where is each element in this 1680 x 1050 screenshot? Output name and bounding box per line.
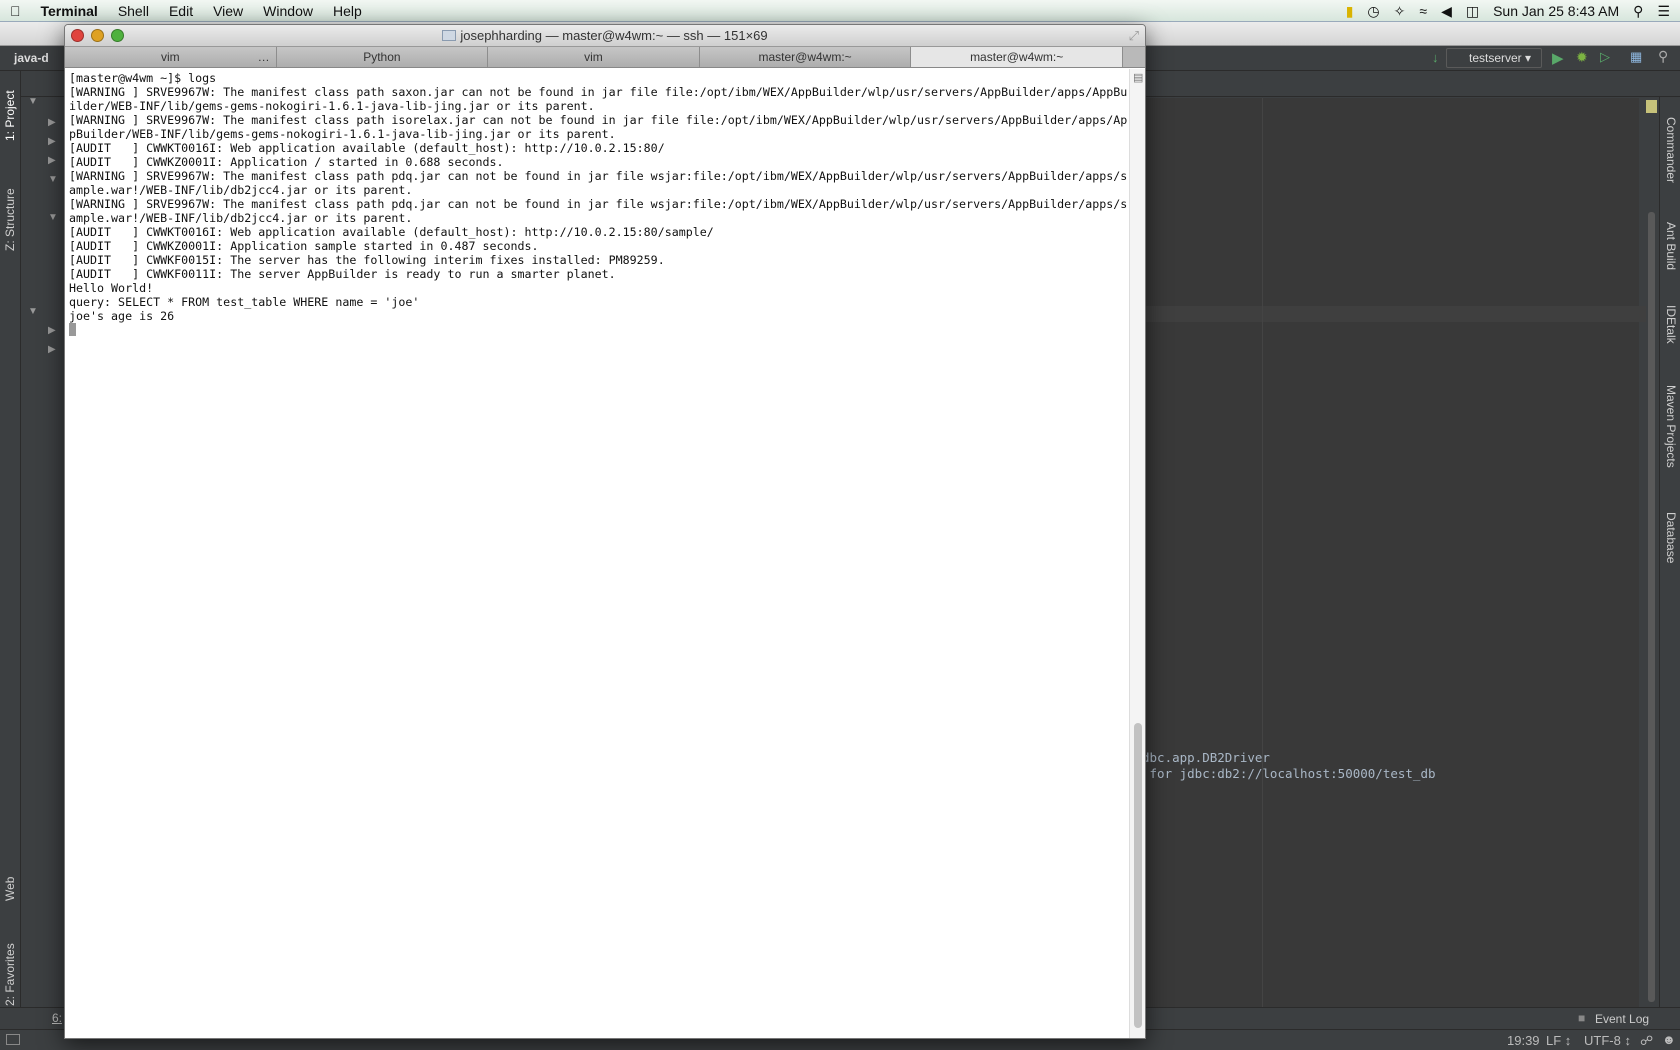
spotlight-search-icon[interactable]: ⚲ [1633, 3, 1643, 20]
search-everywhere-icon[interactable]: ⚲ [1658, 48, 1668, 65]
clock[interactable]: Sun Jan 25 8:43 AM [1493, 3, 1619, 19]
right-tool-strip: Commander Ant Build IDEtalk Maven Projec… [1659, 97, 1680, 1007]
apple-icon[interactable]:  [0, 3, 31, 19]
tab-vim-2[interactable]: vim [488, 47, 700, 67]
tool-database[interactable]: Database [1664, 512, 1678, 563]
tab-master-ssh-active[interactable]: master@w4wm:~ [911, 47, 1123, 67]
tool-project[interactable]: 1: Project [3, 90, 17, 141]
project-label[interactable]: java-d [14, 51, 49, 65]
project-structure-icon[interactable]: ▦ [1630, 49, 1642, 65]
tree-expand-icon[interactable]: ▼ [48, 174, 58, 185]
terminal-window: josephharding — master@w4wm:~ — ssh — 15… [64, 24, 1146, 1039]
terminal-line: [AUDIT ] CWWKT0016I: Web application ava… [69, 141, 665, 155]
right-margin-guide [1262, 98, 1263, 1008]
terminal-line: joe's age is 26 [69, 309, 175, 323]
terminal-line: pBuilder/WEB-INF/lib/gems-gems-nokogiri-… [69, 127, 616, 141]
wifi-icon[interactable]: ≈ [1419, 3, 1427, 19]
terminal-title-bar[interactable]: josephharding — master@w4wm:~ — ssh — 15… [65, 25, 1145, 47]
inspector-icon[interactable]: ☻ [1662, 1032, 1676, 1047]
terminal-line: ample.war!/WEB-INF/lib/db2jcc4.jar or it… [69, 183, 413, 197]
terminal-line: [AUDIT ] CWWKT0016I: Web application ava… [69, 225, 714, 239]
terminal-line: query: SELECT * FROM test_table WHERE na… [69, 295, 420, 309]
terminal-line: [master@w4wm ~]$ logs [69, 71, 217, 85]
terminal-line: [WARNING ] SRVE9967W: The manifest class… [69, 85, 1128, 99]
minimize-button[interactable] [91, 29, 104, 42]
tool-web[interactable]: Web [3, 877, 17, 901]
tree-expand-icon[interactable]: ▼ [28, 306, 38, 317]
tool-run[interactable]: 6: [52, 1011, 62, 1025]
event-log-icon: ■ [1578, 1011, 1586, 1025]
terminal-line: ample.war!/WEB-INF/lib/db2jcc4.jar or it… [69, 211, 413, 225]
editor-scrollbar[interactable] [1648, 212, 1655, 1002]
run-icon[interactable]: ▶ [1552, 49, 1564, 67]
tree-expand-icon[interactable]: ▶ [48, 136, 56, 147]
run-config-select[interactable]: testserver ▾ [1446, 48, 1542, 68]
tree-expand-icon[interactable]: ▶ [48, 155, 56, 166]
tool-ant-build[interactable]: Ant Build [1664, 222, 1678, 270]
tab-vim[interactable]: vim… [65, 47, 277, 67]
tool-commander[interactable]: Commander [1664, 117, 1678, 183]
terminal-line: [WARNING ] SRVE9967W: The manifest class… [69, 197, 1128, 211]
terminal-output[interactable]: [master@w4wm ~]$ logs [WARNING ] SRVE9967… [65, 69, 1129, 1038]
terminal-line: [WARNING ] SRVE9967W: The manifest class… [69, 113, 1128, 127]
bluetooth-icon[interactable]: ✧ [1394, 3, 1406, 20]
fullscreen-icon[interactable]: ⤢ [1129, 25, 1139, 47]
caret-position[interactable]: 19:39 [1507, 1033, 1540, 1048]
terminal-scrollbar[interactable]: ▤ [1129, 69, 1145, 1038]
tab-master-ssh[interactable]: master@w4wm:~ [699, 47, 912, 67]
tool-idetalk[interactable]: IDEtalk [1664, 305, 1678, 344]
close-button[interactable] [71, 29, 84, 42]
tree-expand-icon[interactable]: ▶ [48, 325, 56, 336]
prompt-line [69, 323, 1129, 337]
menu-edit[interactable]: Edit [159, 3, 203, 19]
vcs-update-icon[interactable]: ↓ [1432, 50, 1439, 65]
current-line-highlight [1146, 306, 1646, 322]
shield-icon[interactable]: ▮ [1346, 3, 1354, 20]
window-title: josephharding — master@w4wm:~ — ssh — 15… [460, 28, 768, 43]
notification-center-icon[interactable]: ☰ [1657, 3, 1670, 20]
terminal-line: [AUDIT ] CWWKF0015I: The server has the … [69, 253, 665, 267]
terminal-line: [WARNING ] SRVE9967W: The manifest class… [69, 169, 1128, 183]
tree-expand-icon[interactable]: ▶ [48, 117, 56, 128]
terminal-cursor [69, 323, 76, 336]
coverage-icon[interactable]: ▷ [1600, 49, 1610, 65]
scrollbar-thumb[interactable] [1134, 723, 1142, 1028]
tool-favorites[interactable]: 2: Favorites [3, 943, 17, 1006]
line-separator-select[interactable]: LF ↕ [1546, 1033, 1571, 1048]
split-pane-icon[interactable]: ▤ [1133, 71, 1143, 84]
menu-shell[interactable]: Shell [108, 3, 159, 19]
tool-maven-projects[interactable]: Maven Projects [1664, 385, 1678, 468]
code-line: dbc.app.DB2Driver [1142, 750, 1270, 765]
menu-app-terminal[interactable]: Terminal [31, 3, 108, 19]
event-log-button[interactable]: Event Log [1595, 1012, 1649, 1026]
lock-icon[interactable]: ☍ [1640, 1033, 1653, 1049]
menu-bar:  Terminal Shell Edit View Window Help ▮… [0, 0, 1680, 22]
menu-help[interactable]: Help [323, 3, 372, 19]
toggle-tool-windows-icon[interactable] [6, 1034, 20, 1045]
debug-icon[interactable]: ✹ [1576, 49, 1588, 66]
tree-expand-icon[interactable]: ▼ [48, 212, 58, 223]
code-line: for jdbc:db2://localhost:50000/test_db [1142, 766, 1436, 781]
left-tool-strip: 1: Project Z: Structure Web 2: Favorites [0, 71, 21, 1011]
time-machine-icon[interactable]: ◷ [1367, 3, 1379, 20]
tab-python[interactable]: Python [276, 47, 489, 67]
terminal-line: [AUDIT ] CWWKZ0001I: Application sample … [69, 239, 539, 253]
folder-icon [442, 30, 457, 41]
terminal-line: ilder/WEB-INF/lib/gems-gems-nokogiri-1.6… [69, 99, 595, 113]
tree-expand-icon[interactable]: ▼ [28, 96, 38, 107]
menu-window[interactable]: Window [253, 3, 323, 19]
tool-structure[interactable]: Z: Structure [3, 188, 17, 251]
battery-icon[interactable]: ◫ [1466, 3, 1479, 20]
terminal-line: [AUDIT ] CWWKZ0001I: Application / start… [69, 155, 504, 169]
encoding-select[interactable]: UTF-8 ↕ [1584, 1033, 1631, 1048]
new-tab-area[interactable] [1122, 47, 1145, 67]
zoom-button[interactable] [111, 29, 124, 42]
tree-expand-icon[interactable]: ▶ [48, 344, 56, 355]
volume-icon[interactable]: ◀ [1441, 3, 1452, 20]
terminal-line: Hello World! [69, 281, 154, 295]
terminal-line: [AUDIT ] CWWKF0011I: The server AppBuild… [69, 267, 616, 281]
menu-view[interactable]: View [203, 3, 253, 19]
inspection-status-icon[interactable] [1646, 100, 1657, 113]
terminal-tabs: vim… Python vim master@w4wm:~ master@w4w… [65, 47, 1145, 68]
